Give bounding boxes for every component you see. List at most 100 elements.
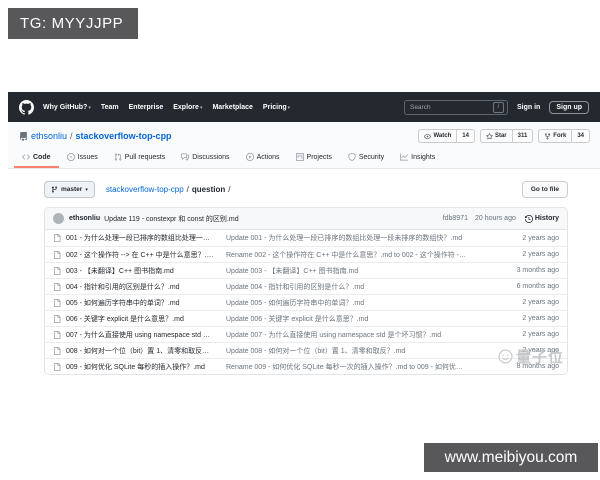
tab-insights[interactable]: Insights (392, 148, 443, 168)
nav-item-explore[interactable]: Explore▾ (173, 104, 202, 111)
file-row[interactable]: 009 - 如何优化 SQLite 每秒的插入操作？.md Rename 009 … (45, 358, 567, 374)
top-left-banner: TG: MYYJJPP (8, 8, 138, 39)
file-commit-message-link[interactable]: Update 008 - 如何对一个位（bit）置 1、清零和取反？.md (226, 346, 466, 356)
nav-item-pricing[interactable]: Pricing▾ (263, 104, 290, 111)
discussion-icon (181, 153, 190, 161)
file-row[interactable]: 002 - 这个操作符 --> 在 C++ 中是什么意思？.md Rename 0… (45, 246, 567, 262)
tab-projects[interactable]: Projects (288, 148, 340, 168)
tab-discussions[interactable]: Discussions (173, 148, 237, 168)
projects-icon (295, 153, 304, 161)
slash-key-hint: / (492, 101, 504, 113)
file-commit-message-link[interactable]: Update 007 - 为什么直接使用 using namespace std… (226, 330, 466, 340)
history-button[interactable]: History (524, 214, 559, 223)
file-icon (53, 346, 61, 355)
file-commit-message-link[interactable]: Rename 009 - 如何优化 SQLite 每秒一次的插入操作？.md t… (226, 362, 466, 372)
chevron-down-icon: ▾ (287, 104, 291, 111)
branch-row: master ▾ stackoverflow-top-cpp / questio… (44, 181, 568, 198)
file-commit-message-link[interactable]: Update 003 - 【未翻译】C++ 图书指南.md (226, 266, 466, 276)
repo-title: ethsonliu / stackoverflow-top-cpp (19, 131, 172, 141)
tab-issues[interactable]: Issues (59, 148, 106, 168)
repo-separator: / (70, 131, 73, 141)
tab-label: Code (33, 153, 51, 161)
file-age: 2 years ago (522, 331, 559, 338)
bottom-right-banner: www.meibiyou.com (424, 443, 598, 472)
avatar[interactable] (53, 213, 64, 224)
file-row[interactable]: 003 - 【未翻译】C++ 图书指南.md Update 003 - 【未翻译】… (45, 262, 567, 278)
branch-selector-button[interactable]: master ▾ (44, 181, 95, 198)
file-icon (53, 234, 61, 242)
fork-label: Fork (553, 133, 567, 139)
tab-pull-requests[interactable]: Pull requests (106, 148, 173, 168)
file-icon (53, 314, 61, 323)
commit-author-link[interactable]: ethsonliu (69, 215, 100, 222)
go-to-file-button[interactable]: Go to file (521, 181, 568, 198)
file-age: 2 years ago (522, 251, 559, 258)
repo-main: master ▾ stackoverflow-top-cpp / questio… (8, 169, 600, 375)
nav-item-team[interactable]: Team (101, 104, 119, 111)
file-row[interactable]: 004 - 指针和引用的区别是什么？.md Update 004 - 指针和引用的… (45, 278, 567, 294)
repo-name-link[interactable]: stackoverflow-top-cpp (76, 131, 172, 141)
file-commit-message-link[interactable]: Update 001 - 为什么处理一段已排序的数组比处理一段未排序的数组快？.… (226, 233, 466, 243)
sign-up-button[interactable]: Sign up (549, 100, 589, 114)
file-age: 2 years ago (522, 315, 559, 322)
file-name-link[interactable]: 003 - 【未翻译】C++ 图书指南.md (66, 266, 216, 276)
star-count[interactable]: 311 (511, 130, 533, 142)
star-icon (486, 132, 493, 140)
star-button[interactable]: Star 311 (479, 129, 534, 143)
github-logo-icon[interactable] (19, 99, 34, 115)
file-name-link[interactable]: 002 - 这个操作符 --> 在 C++ 中是什么意思？.md (66, 250, 216, 260)
file-age: 6 months ago (516, 283, 559, 290)
search-placeholder: Search (409, 103, 431, 111)
file-name-link[interactable]: 008 - 如何对一个位（bit）置 1、清零和取反？.md (66, 346, 216, 356)
search-input[interactable]: Search / (403, 99, 508, 115)
file-name-link[interactable]: 006 - 关键字 explicit 是什么意思？.md (66, 314, 216, 324)
commit-hash-link[interactable]: fdb8971 (443, 215, 468, 222)
github-header: Why GitHub?▾ Team Enterprise Explore▾ Market… (8, 92, 600, 122)
tab-actions[interactable]: Actions (238, 148, 288, 168)
file-icon (53, 362, 61, 371)
watch-label: Watch (433, 133, 452, 139)
file-name-link[interactable]: 005 - 如何遍历字符串中的单词？.md (66, 298, 216, 308)
fork-button[interactable]: Fork 34 (538, 129, 590, 143)
file-name-link[interactable]: 007 - 为什么直接使用 using namespace std 是个坏习惯？… (66, 330, 216, 340)
repo-tab-bar: Code Issues Pull requests Discussions Action… (8, 148, 600, 169)
watch-count[interactable]: 14 (456, 130, 474, 142)
commit-message-link[interactable]: Update 119 - constexpr 和 const 的区别.md (104, 214, 238, 224)
file-commit-message-link[interactable]: Rename 002 - 这个操作符在 C++ 中是什么意思？.md to 00… (226, 250, 466, 260)
tab-label: Projects (306, 153, 332, 161)
tab-security[interactable]: Security (340, 148, 392, 168)
chevron-down-icon: ▾ (88, 104, 91, 111)
actions-icon (245, 153, 254, 161)
file-commit-message-link[interactable]: Update 004 - 指针和引用的区别是什么？.md (226, 282, 466, 292)
file-name-link[interactable]: 004 - 指针和引用的区别是什么？.md (66, 282, 216, 292)
breadcrumb-repo-link[interactable]: stackoverflow-top-cpp (106, 185, 184, 194)
nav-item-marketplace[interactable]: Marketplace (212, 104, 252, 111)
code-icon (22, 153, 30, 161)
file-icon (53, 298, 61, 307)
history-clock-icon (524, 214, 533, 223)
tab-code[interactable]: Code (14, 148, 59, 168)
file-row[interactable]: 008 - 如何对一个位（bit）置 1、清零和取反？.md Update 008… (45, 342, 567, 358)
branch-name: master (61, 186, 83, 193)
star-label: Star (494, 133, 507, 139)
nav-item-why-github[interactable]: Why GitHub?▾ (43, 104, 91, 111)
fork-count[interactable]: 34 (571, 130, 589, 142)
file-commit-message-link[interactable]: Update 005 - 如何遍历字符串中的单词？.md (226, 298, 466, 308)
file-row[interactable]: 006 - 关键字 explicit 是什么意思？.md Update 006 -… (45, 310, 567, 326)
file-row[interactable]: 001 - 为什么处理一段已排序的数组比处理一段未排序的数组快？.md Updat… (45, 230, 567, 246)
file-row[interactable]: 007 - 为什么直接使用 using namespace std 是个坏习惯？… (45, 326, 567, 342)
watch-button[interactable]: Watch 14 (418, 129, 475, 143)
breadcrumb-directory: question (191, 185, 226, 194)
file-name-link[interactable]: 001 - 为什么处理一段已排序的数组比处理一段未排序的数组快？.md (66, 233, 216, 243)
nav-item-enterprise[interactable]: Enterprise (129, 104, 164, 111)
latest-commit-bar: ethsonliu Update 119 - constexpr 和 const… (45, 208, 567, 230)
sign-in-link[interactable]: Sign in (517, 104, 540, 111)
commit-time: 20 hours ago (475, 215, 516, 222)
file-row[interactable]: 005 - 如何遍历字符串中的单词？.md Update 005 - 如何遍历字符… (45, 294, 567, 310)
file-name-link[interactable]: 009 - 如何优化 SQLite 每秒的插入操作？.md (66, 362, 216, 372)
chevron-down-icon: ▾ (199, 104, 203, 111)
tab-label: Security (358, 153, 385, 161)
file-icon (53, 282, 61, 291)
repo-owner-link[interactable]: ethsonliu (31, 131, 67, 141)
file-commit-message-link[interactable]: Update 006 - 关键字 explicit 是什么意思？.md (226, 314, 466, 324)
